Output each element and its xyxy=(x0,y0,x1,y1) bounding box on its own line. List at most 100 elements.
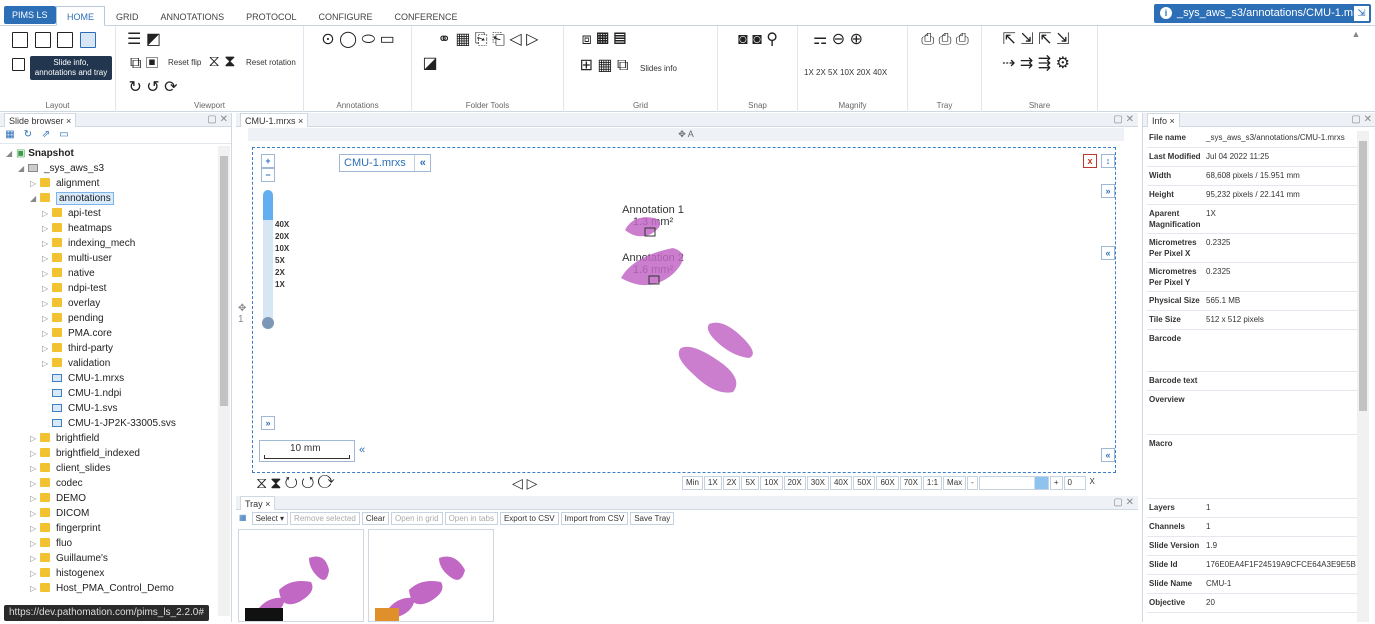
tree-folder-item[interactable]: ▷ validation xyxy=(0,356,218,371)
info-tab[interactable]: Info × xyxy=(1147,113,1180,127)
tray-button-clear[interactable]: Clear xyxy=(361,511,389,525)
layout-buttons[interactable] xyxy=(10,32,98,48)
tree-folder-item[interactable]: ▷ heatmaps xyxy=(0,221,218,236)
reset-flip-button[interactable]: Reset flip xyxy=(168,58,201,67)
rotation-toolbar[interactable]: ⧖⧗↻↺⟳ xyxy=(256,475,338,493)
info-window-controls[interactable]: ▢ ✕ xyxy=(1351,113,1372,127)
expand-arrow-icon[interactable]: ◢ xyxy=(30,191,40,206)
expand-arrow-icon[interactable]: ◢ xyxy=(6,146,16,161)
tray-thumbnail[interactable] xyxy=(238,529,364,622)
app-button[interactable]: PIMS LS xyxy=(4,6,56,24)
tab-annotations[interactable]: ANNOTATIONS xyxy=(150,6,236,26)
tree-folder-item[interactable]: ▷ indexing_mech xyxy=(0,236,218,251)
tray-button-export-to-csv[interactable]: Export to CSV xyxy=(499,511,559,525)
refresh-icon[interactable]: ↻ xyxy=(22,129,34,141)
expand-arrow-icon[interactable]: ▷ xyxy=(30,506,40,521)
snapshot-icons[interactable]: ◙ ◙ ⚲ xyxy=(726,32,790,48)
expand-arrow-icon[interactable]: ▷ xyxy=(30,491,40,506)
expand-arrow-icon[interactable]: ▷ xyxy=(42,221,52,236)
tray-button-import-from-csv[interactable]: Import from CSV xyxy=(560,511,629,525)
zoom-slider-input[interactable] xyxy=(978,476,1049,490)
zoom-button-10X[interactable]: 10X xyxy=(760,476,783,490)
open-file-badge[interactable]: i _sys_aws_s3/annotations/CMU-1.mrxs ⇲ xyxy=(1154,4,1371,23)
expand-arrow-icon[interactable]: ▷ xyxy=(42,251,52,266)
expand-arrow-icon[interactable]: ◢ xyxy=(18,161,28,176)
expand-arrow-icon[interactable]: ▷ xyxy=(42,311,52,326)
expand-arrow-icon[interactable]: ▷ xyxy=(42,356,52,371)
tree-folder-item[interactable]: ▷ pending xyxy=(0,311,218,326)
zoom-button-60X[interactable]: 60X xyxy=(876,476,899,490)
tree-folder-item[interactable]: ▷ client_slides xyxy=(0,461,218,476)
expand-arrow-icon[interactable]: ▷ xyxy=(30,581,40,596)
tray-button-save-tray[interactable]: Save Tray xyxy=(630,511,675,525)
tree-folder-item[interactable]: ▷ ndpi-test xyxy=(0,281,218,296)
tree-folder-item[interactable]: ▷ brightfield_indexed xyxy=(0,446,218,461)
tree-folder-item[interactable]: ▷ Host_PMA_Control_Demo xyxy=(0,581,218,596)
expand-arrow-icon[interactable]: ▷ xyxy=(30,176,40,191)
tree-folder-item[interactable]: ▷ PMA.core xyxy=(0,326,218,341)
magnify-icons[interactable]: ⚎ ⊖ ⊕ xyxy=(806,32,870,48)
expand-arrow-icon[interactable]: ▷ xyxy=(42,296,52,311)
tab-grid[interactable]: GRID xyxy=(105,6,150,26)
tray-button-remove-selected[interactable]: Remove selected xyxy=(290,511,360,525)
zoom-button-+[interactable]: + xyxy=(1049,476,1063,490)
expand-arrow-icon[interactable]: ▷ xyxy=(42,326,52,341)
tree-folder-item[interactable]: ▷ overlay xyxy=(0,296,218,311)
tree-folder-item[interactable]: ▷ multi-user xyxy=(0,251,218,266)
zoom-value-input[interactable]: 0 xyxy=(1063,476,1086,490)
folder-tool-icons[interactable]: ⚭ ▦ ⎘ ⎗ ◁ ▷ xyxy=(422,32,554,48)
tree-folder-item[interactable]: ▷ brightfield xyxy=(0,431,218,446)
tree-folder-item[interactable]: ◢ annotations xyxy=(0,191,218,206)
rotation-icons[interactable]: ↻ ↺ ⟳ xyxy=(124,80,182,96)
expand-arrow-icon[interactable]: ▷ xyxy=(30,521,40,536)
tab-protocol[interactable]: PROTOCOL xyxy=(235,6,307,26)
slide-browser-tab[interactable]: Slide browser × xyxy=(4,113,77,127)
expand-arrow-icon[interactable]: ▷ xyxy=(30,476,40,491)
zoom-button-2X[interactable]: 2X xyxy=(722,476,741,490)
expand-arrow-icon[interactable]: ▷ xyxy=(30,551,40,566)
tree-folder-item[interactable]: ▷ DEMO xyxy=(0,491,218,506)
layers-icon[interactable]: ⧉ ▣ xyxy=(124,56,164,72)
flip-icon[interactable]: ⧖ ⧗ xyxy=(202,54,242,70)
slide-item[interactable]: CMU-1.ndpi xyxy=(0,386,218,401)
expand-arrow-icon[interactable]: ▷ xyxy=(42,206,52,221)
tray-window-controls[interactable]: ▢ ✕ xyxy=(1113,496,1134,510)
share-more-icons[interactable]: ⇢ ⇉ ⇶ ⚙ xyxy=(988,56,1084,72)
info-icon[interactable]: i xyxy=(1160,7,1172,19)
zoom-button-50X[interactable]: 50X xyxy=(853,476,876,490)
slides-info-button[interactable]: Slides info xyxy=(640,64,677,73)
tab-home[interactable]: HOME xyxy=(56,6,105,26)
tray-thumbnail[interactable] xyxy=(368,529,494,622)
zoom-button--[interactable]: - xyxy=(967,476,978,490)
viewer-tab[interactable]: CMU-1.mrxs × xyxy=(240,113,309,127)
slide-browser-scrollbar[interactable] xyxy=(218,146,230,616)
zoom-button-40X[interactable]: 40X xyxy=(829,476,853,490)
slide-nav-toolbar[interactable]: ◁ ▷ xyxy=(512,475,537,492)
zoom-button-5X[interactable]: 5X xyxy=(741,476,760,490)
expand-arrow-icon[interactable]: ▷ xyxy=(42,266,52,281)
zoom-button-20X[interactable]: 20X xyxy=(783,476,806,490)
bookmark-icon[interactable]: ◪ xyxy=(422,56,438,72)
share-icons[interactable]: ⇱ ⇲ ⇱ ⇲ xyxy=(988,32,1084,48)
tree-folder-item[interactable]: ◢ _sys_aws_s3 xyxy=(0,161,218,176)
tray-button-open-in-grid[interactable]: Open in grid xyxy=(390,511,443,525)
slide-info-button[interactable]: Slide info, annotations and tray xyxy=(30,56,112,80)
annotation-shape-icons[interactable]: ⊙ ◯ ⬭ ▭ xyxy=(314,32,402,48)
zoom-button-70X[interactable]: 70X xyxy=(899,476,922,490)
tree-folder-item[interactable]: ▷ Guillaume's xyxy=(0,551,218,566)
tray-grid-icon[interactable]: ▦ xyxy=(236,511,250,525)
slide-item[interactable]: CMU-1.svs xyxy=(0,401,218,416)
tree-folder-item[interactable]: ▷ DICOM xyxy=(0,506,218,521)
tray-button-open-in-tabs[interactable]: Open in tabs xyxy=(444,511,498,525)
slide-canvas[interactable]: + − 40X 20X 10X 5X 2X 1X CMU-1.mrxs « x ↕ » « … xyxy=(252,147,1116,473)
zoom-button-1X[interactable]: 1X xyxy=(703,476,722,490)
ribbon-collapse-icon[interactable]: ▲ xyxy=(1350,30,1362,39)
monitor-icon[interactable]: ▭ xyxy=(58,129,70,141)
tree-folder-item[interactable]: ▷ histogenex xyxy=(0,566,218,581)
grid-layout-icons[interactable]: ⊞ ▦ ⧉ xyxy=(574,58,634,74)
tray-icons[interactable]: ⎙ ⎙ ⎙ xyxy=(914,32,976,48)
tab-configure[interactable]: CONFIGURE xyxy=(308,6,384,26)
grid-tool-icons[interactable]: ⧈ ▦ ▤ xyxy=(574,32,634,48)
zoom-button-30X[interactable]: 30X xyxy=(806,476,829,490)
panel-window-controls[interactable]: ▢ ✕ xyxy=(207,113,228,127)
